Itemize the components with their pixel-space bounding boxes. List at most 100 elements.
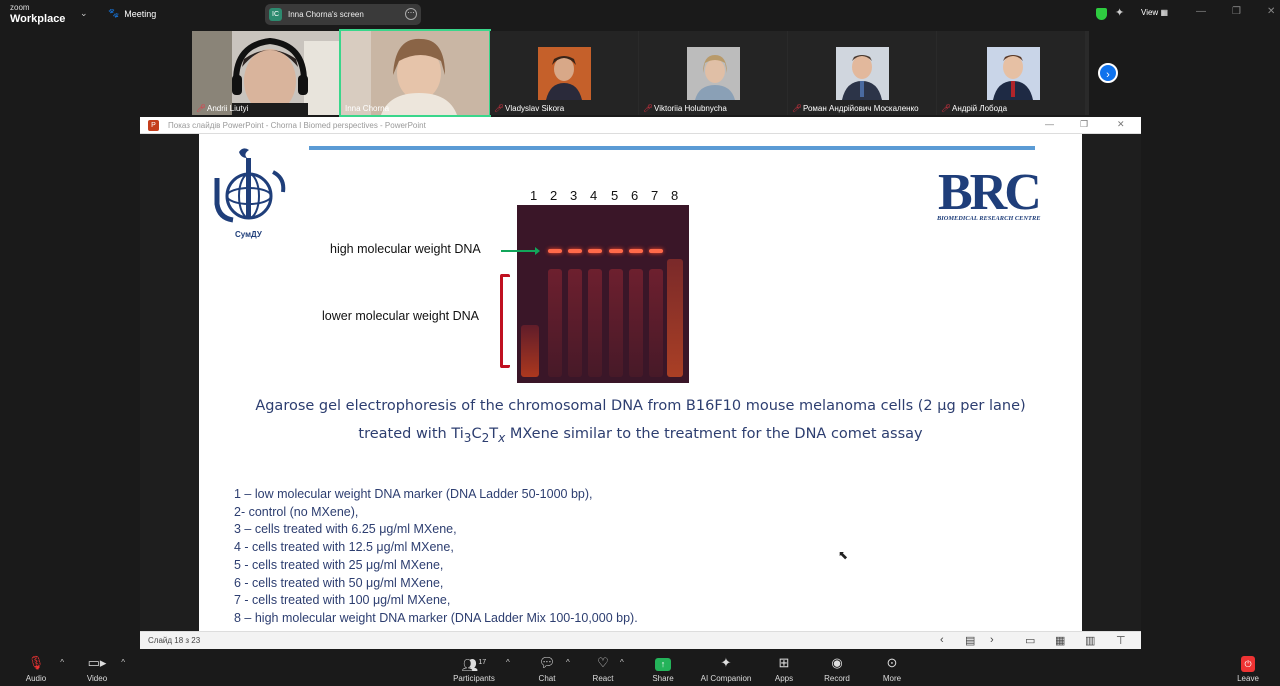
restore-icon[interactable]: ❐ (1080, 119, 1088, 130)
legend-item: 4 - cells treated with 12.5 μg/ml MXene, (234, 540, 454, 555)
slide-sorter-icon[interactable]: ▦ (1055, 634, 1065, 647)
participant-name: Viktoriia Holubnycha (654, 104, 727, 113)
participant-tile[interactable]: 🎤︎ Андрій Лобода (937, 31, 1085, 115)
lane-number: 8 (671, 188, 679, 203)
slide-menu-icon[interactable]: ▤ (965, 634, 975, 647)
muted-mic-icon: 🎤︎ (792, 104, 803, 113)
gel-band (568, 249, 582, 253)
participant-photo (987, 47, 1040, 100)
apps-label: Apps (774, 674, 794, 683)
minimize-icon[interactable]: — (1196, 6, 1206, 17)
participant-tile[interactable]: 🎤︎ Viktoriia Holubnycha (639, 31, 787, 115)
participant-name-tag: 🎤︎ Andrii Liutyi (196, 104, 248, 113)
participants-button[interactable]: 👥︎17 Participants (446, 654, 502, 683)
participant-tile[interactable]: 🎤︎ Andrii Liutyi (192, 31, 340, 115)
caret-up-icon[interactable]: ^ (506, 658, 510, 667)
label-low-mw-dna: lower molecular weight DNA (322, 309, 480, 323)
video-button[interactable]: ▭▸ Video ^ (69, 654, 125, 683)
maximize-icon[interactable]: ❐ (1232, 6, 1241, 17)
normal-view-icon[interactable]: ▭ (1025, 634, 1035, 647)
gel-lane-smear (667, 259, 683, 377)
share-screen-icon: ↑ (655, 658, 671, 671)
meeting-menu[interactable]: 🐾 Meeting (108, 8, 156, 19)
muted-mic-icon: 🎤︎ (494, 104, 505, 113)
powerpoint-icon: P (148, 120, 159, 131)
gel-band (548, 249, 562, 253)
gel-lane-smear (649, 269, 663, 377)
next-slide-icon[interactable]: › (990, 634, 994, 646)
caret-up-icon[interactable]: ^ (566, 658, 570, 667)
sumdu-logo: СумДУ (213, 144, 287, 244)
brc-logo: BRC BIOMEDICAL RESEARCH CENTRE (932, 162, 1068, 228)
more-options-icon[interactable]: ⋯ (405, 8, 417, 20)
muted-mic-icon: 🎤︎ (643, 104, 654, 113)
next-page-button[interactable]: › (1098, 63, 1118, 83)
previous-slide-icon[interactable]: ‹ (940, 634, 944, 646)
participant-name: Андрій Лобода (952, 104, 1008, 113)
caret-up-icon[interactable]: ^ (60, 658, 64, 667)
leave-button[interactable]: ⏻ Leave (1220, 654, 1276, 683)
close-icon[interactable]: ✕ (1267, 6, 1275, 17)
record-button[interactable]: ◉ Record (809, 654, 865, 683)
slide-counter: Слайд 18 з 23 (148, 636, 201, 645)
presenter-avatar: IC (269, 8, 282, 21)
participant-avatar (687, 47, 740, 100)
powerpoint-window: P Показ слайдів PowerPoint - Chorna I Bi… (140, 117, 1141, 649)
participant-photo (687, 47, 740, 100)
apps-button[interactable]: ⊞ Apps (756, 654, 812, 683)
gel-band (588, 249, 602, 253)
lane-number: 1 (530, 188, 538, 203)
participant-name: Vladyslav Sikora (505, 104, 565, 113)
participant-photo (192, 31, 340, 115)
zoom-logo: zoom Workplace (10, 3, 65, 25)
participant-video (192, 31, 340, 115)
ppt-window-title: Показ слайдів PowerPoint - Chorna I Biom… (168, 121, 426, 130)
legend-item: 8 – high molecular weight DNA marker (DN… (234, 610, 638, 625)
audio-button[interactable]: 🎙︎ Audio ^ (8, 654, 64, 683)
chevron-down-icon[interactable]: ⌄ (80, 8, 88, 19)
participant-video (341, 31, 489, 115)
legend-item: 7 - cells treated with 100 μg/ml MXene, (234, 593, 451, 608)
sumdu-caption: СумДУ (235, 230, 262, 239)
legend-item: 3 – cells treated with 6.25 μg/ml MXene, (234, 522, 457, 537)
gel-lane-smear (568, 269, 582, 377)
brand-line1: zoom (10, 3, 30, 12)
participant-name-tag: 🎤︎ Viktoriia Holubnycha (643, 104, 727, 113)
gel-lane-smear (609, 269, 623, 377)
audio-label: Audio (25, 674, 47, 683)
participant-photo (836, 47, 889, 100)
caption-text: T (489, 426, 499, 442)
video-label: Video (86, 674, 108, 683)
shield-icon[interactable] (1096, 8, 1107, 20)
participant-tile[interactable]: 🎤︎ Vladyslav Sikora (490, 31, 638, 115)
gel-lane-smear (629, 269, 643, 377)
video-camera-icon: ▭▸ (87, 655, 107, 670)
participant-avatar (987, 47, 1040, 100)
participant-tile[interactable]: 🎤︎ Роман Андрійович Москаленко (788, 31, 936, 115)
close-icon[interactable]: ✕ (1117, 119, 1125, 130)
share-button[interactable]: ↑ Share (635, 654, 691, 683)
more-icon: ⊙ (886, 655, 898, 670)
ai-companion-button[interactable]: ✦ AI Companion (692, 654, 760, 683)
caret-up-icon[interactable]: ^ (620, 658, 624, 667)
screen-share-indicator[interactable]: IC Inna Chorna's screen ⋯ (265, 4, 421, 25)
participant-name-tag: 🎤︎ Андрій Лобода (941, 104, 1007, 113)
lane-number: 7 (651, 188, 659, 203)
slideshow-icon[interactable]: ⊤ (1116, 634, 1126, 647)
reading-view-icon[interactable]: ▥ (1085, 634, 1095, 647)
legend-item: 5 - cells treated with 25 μg/ml MXene, (234, 557, 444, 572)
minimize-icon[interactable]: — (1045, 119, 1054, 129)
record-icon: ◉ (831, 655, 843, 670)
caret-up-icon[interactable]: ^ (121, 658, 125, 667)
participant-photo (538, 47, 591, 100)
caption-line1: Agarose gel electrophoresis of the chrom… (255, 398, 1026, 414)
more-button[interactable]: ⊙ More (864, 654, 920, 683)
participant-tile-active[interactable]: Inna Chorna (339, 29, 491, 117)
ppt-title-bar: P Показ слайдів PowerPoint - Chorna I Bi… (140, 117, 1141, 134)
view-button[interactable]: View ▦ (1141, 8, 1168, 17)
apps-icon: ⊞ (778, 655, 790, 670)
lane-number: 2 (550, 188, 558, 203)
sparkle-icon[interactable]: ✦ (1115, 6, 1124, 19)
participant-name: Роман Андрійович Москаленко (803, 104, 919, 113)
mouse-cursor-icon: ⬉ (838, 548, 849, 562)
